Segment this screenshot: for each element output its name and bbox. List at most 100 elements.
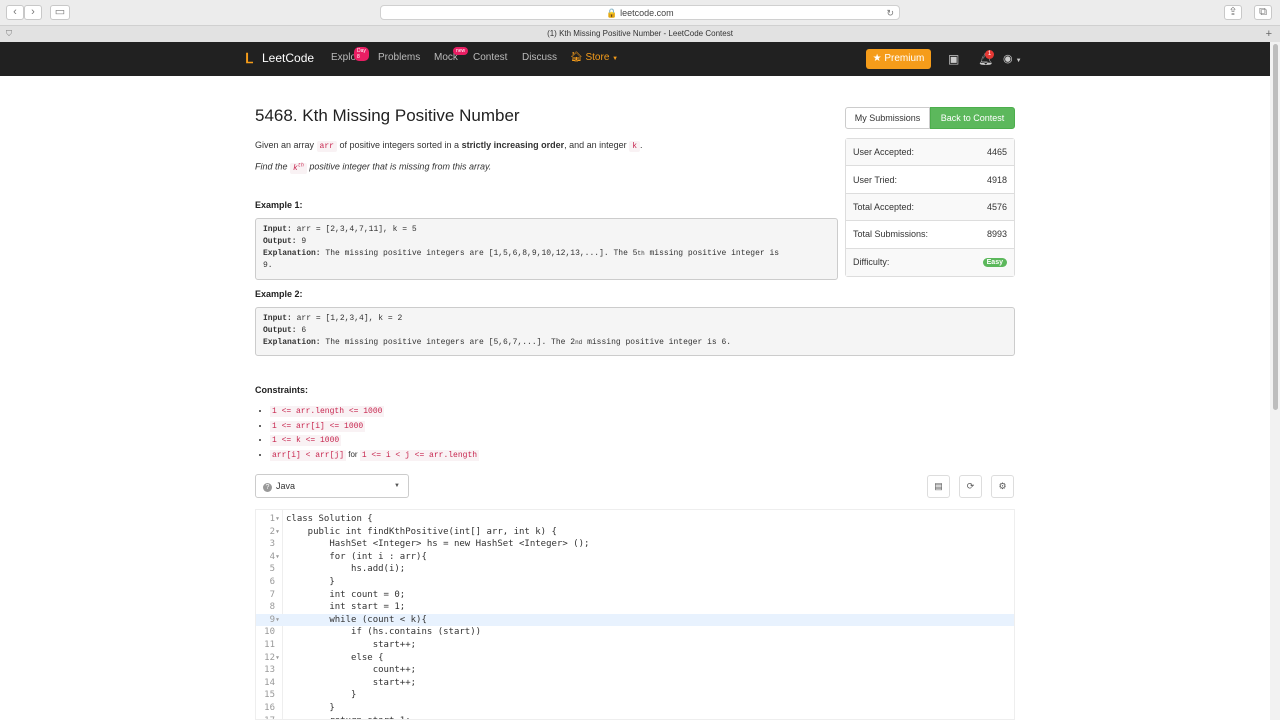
- explanation-text: The missing positive integers are [5,6,7…: [325, 338, 576, 347]
- explanation-text: 9.: [263, 261, 273, 270]
- code-text: }: [286, 577, 335, 587]
- constraint-code: 1 <= i < j <= arr.length: [359, 449, 480, 461]
- code-line[interactable]: 3 HashSet <Integer> hs = new HashSet <In…: [256, 538, 1014, 551]
- share-icon[interactable]: ⇪: [1224, 5, 1242, 20]
- nav-problems[interactable]: Problems: [378, 52, 420, 63]
- problem-title: 5468. Kth Missing Positive Number: [255, 106, 520, 125]
- code-line[interactable]: 13 count++;: [256, 664, 1014, 677]
- constraint-item: arr[i] < arr[j] for 1 <= i < j <= arr.le…: [270, 448, 480, 463]
- input-value: arr = [2,3,4,7,11], k = 5: [296, 225, 417, 234]
- site-logo[interactable]: ᒪ LeetCode: [245, 51, 314, 65]
- code-line[interactable]: 11 start++;: [256, 639, 1014, 652]
- fold-arrow-icon[interactable]: ▼: [276, 526, 279, 539]
- logo-text: LeetCode: [262, 51, 315, 65]
- constraints-title: Constraints:: [255, 385, 309, 395]
- forward-nav-icon[interactable]: ›: [24, 5, 42, 20]
- settings-button[interactable]: ⚙: [991, 475, 1014, 498]
- line-number: 8: [269, 602, 275, 613]
- playground-icon[interactable]: ▣: [948, 52, 959, 66]
- example1-box: Input: arr = [2,3,4,7,11], k = 5 Output:…: [255, 218, 838, 280]
- output-value: 6: [301, 326, 307, 335]
- stat-label: Total Submissions:: [853, 229, 929, 240]
- stat-label: User Tried:: [853, 174, 898, 185]
- line-number: 17: [256, 715, 275, 719]
- explanation-text: The missing positive integers are [1,5,6…: [325, 249, 638, 258]
- example1-explanation: Explanation: The missing positive intege…: [263, 248, 830, 260]
- explore-badge: Day 8: [354, 47, 369, 61]
- line-number: 2: [269, 526, 275, 537]
- fold-arrow-icon[interactable]: ▼: [276, 551, 279, 564]
- code-line[interactable]: 2 ▼ public int findKthPositive(int[] arr,…: [256, 526, 1014, 539]
- input-value: arr = [1,2,3,4], k = 2: [296, 314, 403, 323]
- nav-explore[interactable]: Explore Day 8: [331, 47, 369, 63]
- code-text: count++;: [286, 665, 417, 676]
- input-label: Input:: [263, 225, 292, 234]
- code-line[interactable]: 15 }: [256, 689, 1014, 702]
- code-line[interactable]: 16 }: [256, 702, 1014, 715]
- code-line[interactable]: 1 ▼ class Solution {: [256, 513, 1014, 526]
- fold-arrow-icon[interactable]: ▼: [276, 652, 279, 665]
- fold-arrow-icon[interactable]: ▼: [276, 614, 279, 627]
- code-line[interactable]: 5 hs.add(i);: [256, 563, 1014, 576]
- back-nav-icon[interactable]: ‹: [6, 5, 24, 20]
- code-text: return start-1;: [286, 715, 410, 719]
- gear-icon: ⚙: [998, 481, 1007, 491]
- code-text: }: [286, 690, 357, 701]
- nav-mock[interactable]: Mock new: [434, 47, 469, 63]
- nav-store[interactable]: 🏠︎ Store ▼: [570, 52, 618, 63]
- fold-arrow-icon[interactable]: ▼: [276, 513, 279, 526]
- store-icon: 🏠︎: [570, 52, 583, 63]
- code-line[interactable]: 14 start++;: [256, 677, 1014, 690]
- reload-icon[interactable]: ↻: [886, 6, 894, 20]
- code-text: int count = 0;: [286, 589, 406, 600]
- code-line[interactable]: 9 ▼ while (count < k){: [256, 613, 1014, 627]
- sidebar-toggle-icon[interactable]: ▭: [50, 5, 70, 20]
- language-select[interactable]: ? Java ▼: [255, 474, 409, 498]
- constraint-text: for: [348, 449, 358, 459]
- code-line[interactable]: 4 ▼ for (int i : arr){: [256, 551, 1014, 564]
- chevron-down-icon: ▼: [394, 483, 400, 489]
- code-text: class Solution {: [286, 514, 373, 524]
- example2-output: Output: 6: [263, 325, 1007, 337]
- avatar[interactable]: ◉ ▼: [1003, 52, 1022, 65]
- inline-code-kth: kth: [290, 162, 307, 174]
- code-line[interactable]: 8 int start = 1;: [256, 601, 1014, 614]
- constraint-code: 1 <= k <= 1000: [270, 435, 342, 446]
- reset-code-button[interactable]: ⟳: [959, 475, 982, 498]
- stat-value: 4465: [986, 147, 1007, 158]
- nav-store-label: Store: [585, 52, 610, 63]
- new-tab-icon[interactable]: +: [1266, 26, 1272, 42]
- stat-value: 8993: [986, 229, 1007, 240]
- code-text: else {: [286, 652, 384, 663]
- nav-discuss[interactable]: Discuss: [522, 52, 557, 63]
- tabs-overview-icon[interactable]: ⧉: [1254, 5, 1272, 20]
- code-line[interactable]: 7 int count = 0;: [256, 589, 1014, 602]
- line-number: 1: [269, 514, 275, 524]
- code-line[interactable]: 17 return start-1;: [256, 715, 1014, 719]
- help-icon[interactable]: ?: [263, 483, 272, 492]
- address-bar[interactable]: 🔒 leetcode.com ↻: [380, 5, 900, 20]
- stat-row: Total Submissions: 8993: [846, 221, 1014, 249]
- back-to-contest-button[interactable]: Back to Contest: [930, 107, 1015, 129]
- premium-button[interactable]: ★ Premium: [866, 49, 931, 69]
- my-submissions-button[interactable]: My Submissions: [845, 107, 930, 129]
- problem-task: Find the kth positive integer that is mi…: [255, 159, 491, 175]
- tab-title[interactable]: (1) Kth Missing Positive Number - LeetCo…: [547, 29, 733, 38]
- code-editor[interactable]: 1 ▼ class Solution {2 ▼ public int findKthP…: [255, 509, 1015, 720]
- notes-button[interactable]: ▤: [927, 475, 950, 498]
- stat-value: 4918: [986, 174, 1007, 185]
- nav-contest[interactable]: Contest: [473, 52, 507, 63]
- line-number: 9: [269, 614, 275, 625]
- code-line[interactable]: 6 }: [256, 576, 1014, 589]
- code-line[interactable]: 12 ▼ else {: [256, 652, 1014, 665]
- inline-code: k: [629, 141, 640, 152]
- browser-chrome: ‹ › ▭ 🔒 leetcode.com ↻ ⇪ ⧉ ⛉ (1) Kth Mis…: [0, 0, 1280, 42]
- premium-label: Premium: [884, 53, 925, 64]
- line-number: 7: [269, 589, 275, 600]
- avatar-chevron-icon: ▼: [1015, 58, 1022, 64]
- code-text: while (count < k){: [286, 614, 427, 625]
- page-scrollbar-thumb[interactable]: [1273, 44, 1278, 410]
- code-line[interactable]: 10 if (hs.contains (start)): [256, 626, 1014, 639]
- output-label: Output:: [263, 237, 297, 246]
- stat-row: Difficulty: Easy: [846, 248, 1014, 276]
